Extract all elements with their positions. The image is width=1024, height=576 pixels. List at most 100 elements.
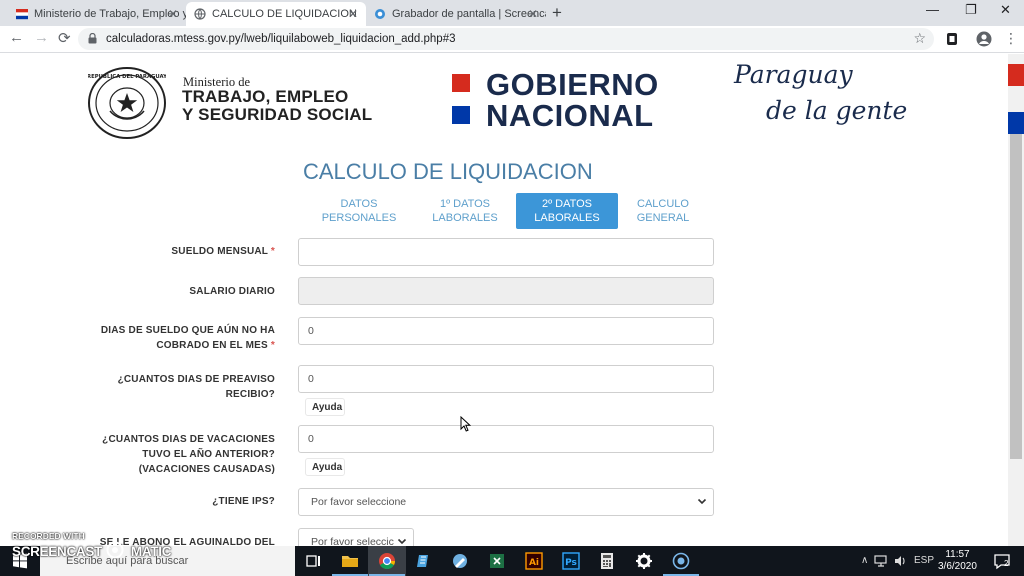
settings-gear-icon[interactable] (634, 551, 654, 571)
new-tab-icon[interactable]: + (552, 3, 562, 23)
step-calculo-general[interactable]: CALCULO GENERAL (612, 193, 714, 229)
ministry-line1: TRABAJO, EMPLEO (182, 87, 349, 106)
back-icon[interactable]: ← (9, 29, 24, 46)
paraguay-flag-icon (16, 8, 28, 20)
watermark-brand: SCREENCAST MATIC (12, 544, 171, 559)
clock[interactable]: 11:57 3/6/2020 (938, 549, 977, 573)
tab-calculo-liquidacion[interactable]: CALCULO DE LIQUIDACION ✕ (186, 2, 366, 26)
bookmark-star-icon[interactable]: ☆ (913, 30, 926, 47)
close-tab-icon[interactable]: ✕ (528, 7, 538, 21)
ministry-line2: Y SEGURIDAD SOCIAL (182, 105, 373, 124)
svg-text:Ps: Ps (565, 558, 577, 568)
url-field[interactable]: calculadoras.mtess.gov.py/lweb/liquilabo… (78, 28, 934, 50)
slogan-line2: de la gente (766, 96, 908, 125)
label-line1: DIAS DE SUELDO QUE AÚN NO HA (100, 325, 275, 336)
gobierno-red-square (452, 74, 470, 92)
ips-select[interactable]: Por favor seleccione (298, 488, 714, 516)
reload-icon[interactable]: ⟳ (58, 29, 71, 47)
volume-icon[interactable] (893, 554, 907, 568)
chrome-icon[interactable] (377, 551, 397, 571)
step-line1: DATOS (340, 198, 378, 210)
step-line2: LABORALES (432, 212, 498, 224)
excel-icon[interactable] (487, 551, 507, 571)
svg-text:REPUBLICA DEL PARAGUAY: REPUBLICA DEL PARAGUAY (88, 74, 166, 80)
salario-diario-input (298, 277, 714, 305)
notifications-count: 2 (1004, 559, 1009, 568)
chevron-down-icon (697, 498, 707, 505)
paraguay-seal-logo: REPUBLICA DEL PARAGUAY (88, 67, 166, 139)
input-value: 0 (308, 433, 314, 445)
vacaciones-ayuda-button[interactable]: Ayuda (305, 458, 345, 476)
chevron-down-icon (397, 538, 407, 545)
label-line2: COBRADO EN EL MES (156, 340, 268, 351)
svg-text:Ai: Ai (529, 558, 539, 568)
flag-strip-red (1008, 64, 1024, 86)
lock-icon (88, 33, 97, 44)
label-line2: TUVO EL AÑO ANTERIOR? (142, 449, 275, 460)
label-line3: (VACACIONES CAUSADAS) (138, 464, 275, 475)
file-explorer-icon[interactable] (340, 551, 360, 571)
gobierno-line2: NACIONAL (486, 98, 654, 133)
sueldo-mensual-label: SUELDO MENSUAL * (171, 244, 275, 259)
step-line2: PERSONALES (321, 212, 397, 224)
close-tab-icon[interactable]: ✕ (348, 7, 358, 21)
menu-dots-icon[interactable]: ⋮ (1004, 30, 1018, 47)
close-window-icon[interactable]: ✕ (1000, 2, 1011, 18)
step-datos-personales[interactable]: DATOS PERSONALES (308, 193, 410, 229)
aguinaldo-select[interactable]: Por favor seleccic (298, 528, 414, 546)
vacaciones-input[interactable]: 0 (298, 425, 714, 453)
photoshop-icon[interactable]: Ps (561, 551, 581, 571)
tab-title: Grabador de pantalla | Screencas (392, 8, 546, 20)
step-line2: GENERAL (636, 212, 690, 224)
pen-tool-icon[interactable] (450, 551, 470, 571)
address-bar: ← → ⟳ calculadoras.mtess.gov.py/lweb/liq… (0, 26, 1024, 53)
minimize-icon[interactable]: — (926, 2, 939, 17)
forward-icon[interactable]: → (34, 29, 49, 46)
brand-right: MATIC (130, 544, 172, 559)
label-line1: ¿CUANTOS DIAS DE VACACIONES (102, 434, 275, 445)
notifications-icon[interactable] (992, 551, 1012, 571)
page-title: CALCULO DE LIQUIDACION (303, 159, 593, 184)
clock-time: 11:57 (945, 549, 970, 560)
clock-date: 3/6/2020 (938, 561, 977, 572)
network-icon[interactable] (874, 554, 888, 568)
close-tab-icon[interactable]: ✕ (168, 7, 178, 21)
notepad-icon[interactable] (414, 551, 434, 571)
preaviso-ayuda-button[interactable]: Ayuda (305, 398, 345, 416)
step-line1: CALCULO (637, 198, 689, 210)
select-value: Por favor seleccic (311, 536, 394, 546)
tab-title: CALCULO DE LIQUIDACION (212, 8, 357, 20)
salario-diario-label: SALARIO DIARIO (189, 286, 275, 297)
tab-ministerio[interactable]: Ministerio de Trabajo, Empleo y S ✕ (8, 2, 186, 26)
dias-sueldo-input[interactable]: 0 (298, 317, 714, 345)
screencast-logo-icon (106, 541, 124, 559)
language-indicator[interactable]: ESP (914, 555, 934, 566)
flag-strip-blue (1008, 112, 1024, 134)
tab-screencast[interactable]: Grabador de pantalla | Screencas ✕ (366, 2, 546, 26)
tab-title: Ministerio de Trabajo, Empleo y S (34, 8, 186, 20)
gobierno-blue-square (452, 106, 470, 124)
task-view-icon[interactable] (303, 551, 323, 571)
step-line2: LABORALES (534, 212, 600, 224)
globe-icon (194, 8, 206, 20)
step-2-datos-laborales[interactable]: 2º DATOS LABORALES (516, 193, 618, 229)
scrollbar-thumb[interactable] (1010, 134, 1022, 459)
vacaciones-label: ¿CUANTOS DIAS DE VACACIONES TUVO EL AÑO … (102, 432, 275, 477)
sueldo-mensual-input[interactable] (298, 238, 714, 266)
mouse-cursor-icon (460, 416, 471, 432)
step-line1: 2º DATOS (541, 198, 593, 210)
screencast-record-icon[interactable] (671, 551, 691, 571)
preaviso-input[interactable]: 0 (298, 365, 714, 393)
step-1-datos-laborales[interactable]: 1º DATOS LABORALES (414, 193, 516, 229)
restore-icon[interactable]: ❐ (965, 2, 977, 18)
required-mark: * (270, 340, 275, 351)
tray-chevron-icon[interactable]: ∧ (861, 555, 868, 566)
url-text: calculadoras.mtess.gov.py/lweb/liquilabo… (106, 33, 456, 45)
profile-avatar-icon[interactable] (976, 31, 992, 47)
calculator-icon[interactable] (597, 551, 617, 571)
label-text: SUELDO MENSUAL (171, 246, 268, 257)
illustrator-icon[interactable]: Ai (524, 551, 544, 571)
extension-icon[interactable] (946, 32, 958, 46)
preaviso-label: ¿CUANTOS DIAS DE PREAVISO RECIBIO? (118, 372, 275, 402)
required-mark: * (270, 246, 275, 257)
